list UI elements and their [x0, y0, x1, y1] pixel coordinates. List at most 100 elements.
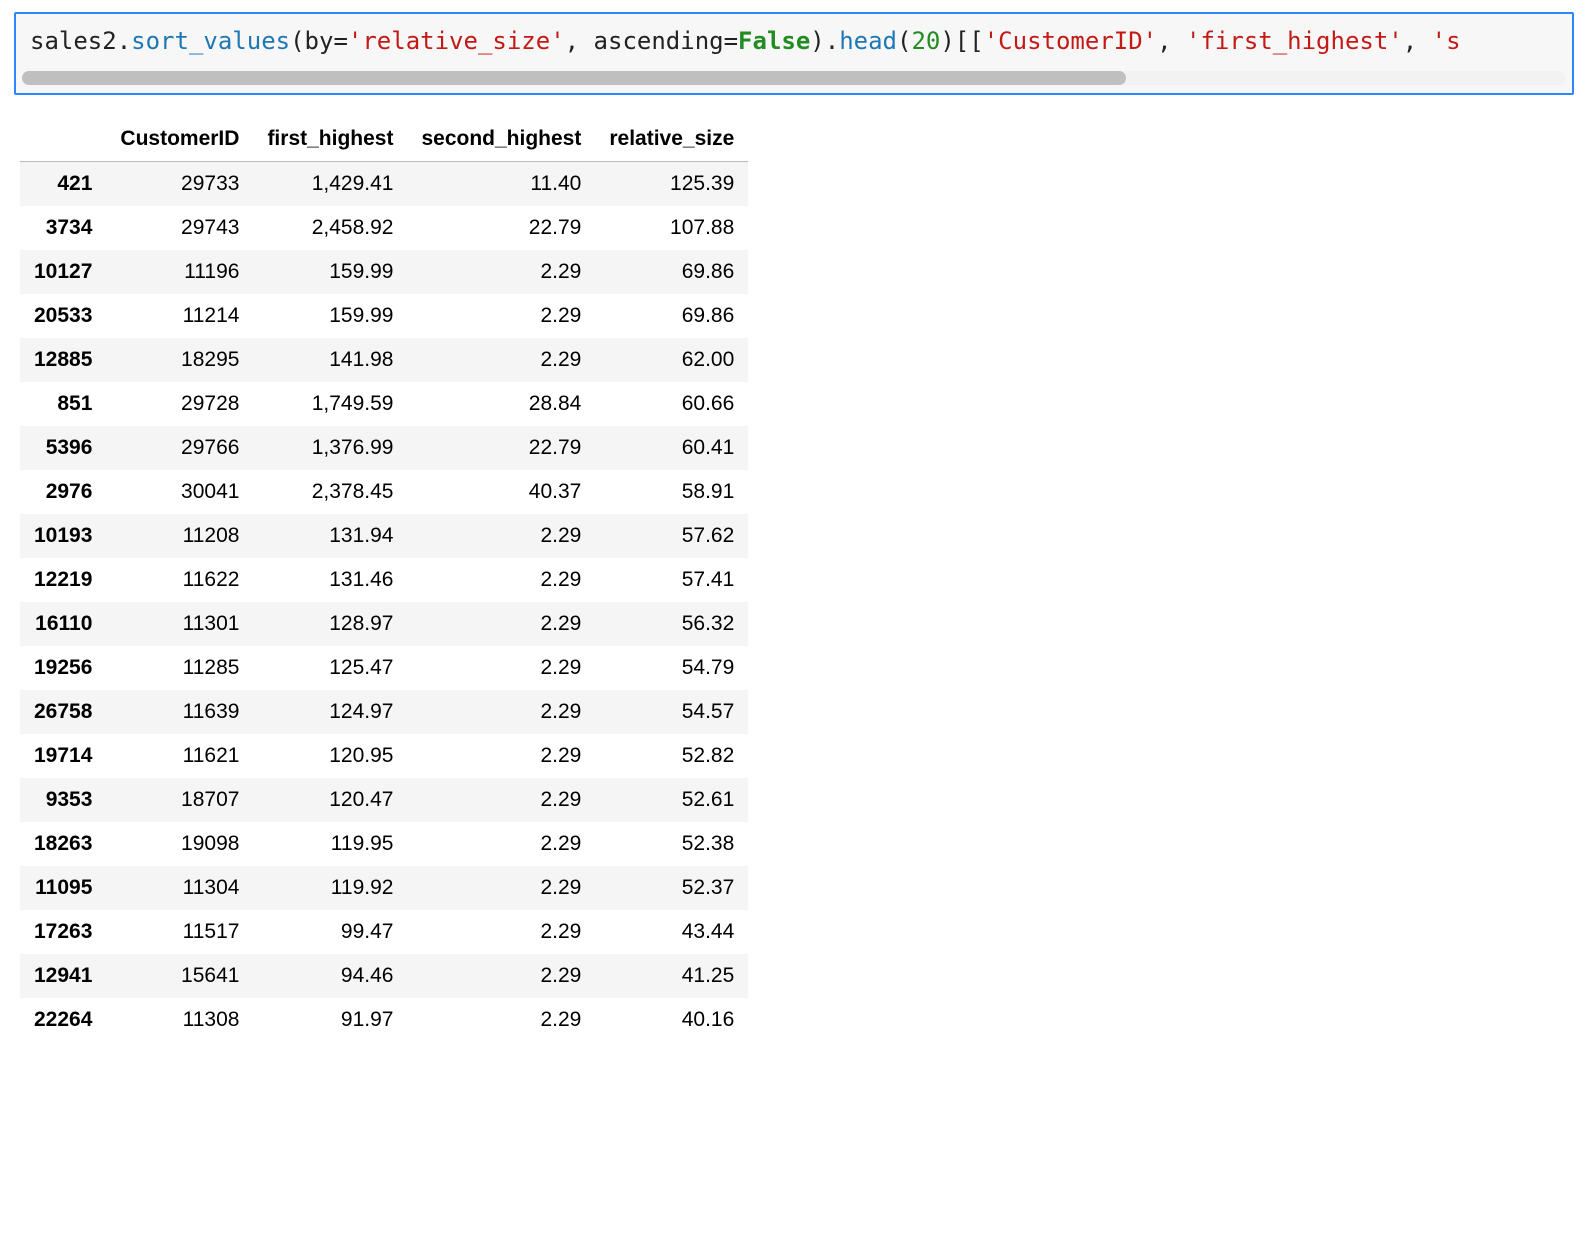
tok-string: 'CustomerID': [984, 27, 1157, 55]
cell-second_highest: 2.29: [407, 646, 595, 690]
tok-method: head: [839, 27, 897, 55]
scrollbar-thumb[interactable]: [22, 71, 1126, 85]
code-cell[interactable]: sales2.sort_values(by='relative_size', a…: [14, 12, 1574, 95]
column-header: second_highest: [407, 117, 595, 162]
cell-first_highest: 159.99: [253, 294, 407, 338]
cell-first_highest: 131.46: [253, 558, 407, 602]
table-corner: [20, 117, 106, 162]
column-header: relative_size: [595, 117, 748, 162]
tok-punc: (by=: [290, 27, 348, 55]
row-index: 3734: [20, 206, 106, 250]
cell-first_highest: 128.97: [253, 602, 407, 646]
cell-CustomerID: 18295: [106, 338, 253, 382]
row-index: 12941: [20, 954, 106, 998]
row-index: 10127: [20, 250, 106, 294]
row-index: 18263: [20, 822, 106, 866]
cell-CustomerID: 11285: [106, 646, 253, 690]
row-index: 421: [20, 162, 106, 207]
table-row: 1826319098119.952.2952.38: [20, 822, 748, 866]
tok-punc: ): [810, 27, 824, 55]
row-index: 12219: [20, 558, 106, 602]
code-input[interactable]: sales2.sort_values(by='relative_size', a…: [16, 14, 1572, 65]
cell-first_highest: 120.95: [253, 734, 407, 778]
cell-first_highest: 99.47: [253, 910, 407, 954]
cell-relative_size: 57.62: [595, 514, 748, 558]
cell-first_highest: 141.98: [253, 338, 407, 382]
table-row: 2053311214159.992.2969.86: [20, 294, 748, 338]
cell-first_highest: 1,429.41: [253, 162, 407, 207]
table-row: 935318707120.472.2952.61: [20, 778, 748, 822]
cell-CustomerID: 18707: [106, 778, 253, 822]
cell-relative_size: 60.66: [595, 382, 748, 426]
cell-second_highest: 2.29: [407, 998, 595, 1042]
table-row: 1971411621120.952.2952.82: [20, 734, 748, 778]
row-index: 19256: [20, 646, 106, 690]
cell-relative_size: 56.32: [595, 602, 748, 646]
table-row: 1221911622131.462.2957.41: [20, 558, 748, 602]
cell-CustomerID: 11214: [106, 294, 253, 338]
row-index: 20533: [20, 294, 106, 338]
cell-CustomerID: 11301: [106, 602, 253, 646]
tok-dot: .: [825, 27, 839, 55]
cell-relative_size: 52.82: [595, 734, 748, 778]
table-row: 1109511304119.922.2952.37: [20, 866, 748, 910]
horizontal-scrollbar[interactable]: [22, 71, 1566, 85]
cell-relative_size: 43.44: [595, 910, 748, 954]
tok-string: 's: [1432, 27, 1461, 55]
cell-second_highest: 2.29: [407, 734, 595, 778]
cell-first_highest: 119.95: [253, 822, 407, 866]
column-header: first_highest: [253, 117, 407, 162]
tok-string: 'first_highest': [1186, 27, 1403, 55]
cell-second_highest: 2.29: [407, 690, 595, 734]
cell-second_highest: 2.29: [407, 910, 595, 954]
cell-CustomerID: 11308: [106, 998, 253, 1042]
cell-CustomerID: 30041: [106, 470, 253, 514]
cell-relative_size: 69.86: [595, 250, 748, 294]
table-row: 1925611285125.472.2954.79: [20, 646, 748, 690]
dataframe-output: CustomerID first_highest second_highest …: [20, 117, 1574, 1042]
table-row: 2675811639124.972.2954.57: [20, 690, 748, 734]
cell-relative_size: 57.41: [595, 558, 748, 602]
table-row: 2976300412,378.4540.3758.91: [20, 470, 748, 514]
cell-second_highest: 2.29: [407, 514, 595, 558]
cell-CustomerID: 11208: [106, 514, 253, 558]
table-row: 5396297661,376.9922.7960.41: [20, 426, 748, 470]
row-index: 9353: [20, 778, 106, 822]
cell-second_highest: 2.29: [407, 602, 595, 646]
cell-CustomerID: 11621: [106, 734, 253, 778]
table-row: 1611011301128.972.2956.32: [20, 602, 748, 646]
cell-CustomerID: 19098: [106, 822, 253, 866]
cell-first_highest: 124.97: [253, 690, 407, 734]
tok-dot: .: [117, 27, 131, 55]
column-header: CustomerID: [106, 117, 253, 162]
cell-relative_size: 60.41: [595, 426, 748, 470]
cell-second_highest: 2.29: [407, 822, 595, 866]
tok-punc: (: [897, 27, 911, 55]
cell-CustomerID: 11196: [106, 250, 253, 294]
cell-CustomerID: 29743: [106, 206, 253, 250]
cell-CustomerID: 29733: [106, 162, 253, 207]
cell-second_highest: 2.29: [407, 866, 595, 910]
cell-CustomerID: 29728: [106, 382, 253, 426]
row-index: 851: [20, 382, 106, 426]
cell-CustomerID: 29766: [106, 426, 253, 470]
cell-relative_size: 52.37: [595, 866, 748, 910]
table-row: 3734297432,458.9222.79107.88: [20, 206, 748, 250]
row-index: 5396: [20, 426, 106, 470]
cell-relative_size: 52.38: [595, 822, 748, 866]
tok-number: 20: [911, 27, 940, 55]
cell-CustomerID: 11622: [106, 558, 253, 602]
tok-ident: sales2: [30, 27, 117, 55]
table-row: 1019311208131.942.2957.62: [20, 514, 748, 558]
row-index: 22264: [20, 998, 106, 1042]
cell-relative_size: 54.79: [595, 646, 748, 690]
cell-first_highest: 159.99: [253, 250, 407, 294]
tok-method: sort_values: [131, 27, 290, 55]
cell-second_highest: 2.29: [407, 250, 595, 294]
dataframe-table: CustomerID first_highest second_highest …: [20, 117, 748, 1042]
cell-CustomerID: 11517: [106, 910, 253, 954]
tok-keyword: False: [738, 27, 810, 55]
cell-second_highest: 28.84: [407, 382, 595, 426]
row-index: 2976: [20, 470, 106, 514]
tok-punc: ,: [1403, 27, 1432, 55]
